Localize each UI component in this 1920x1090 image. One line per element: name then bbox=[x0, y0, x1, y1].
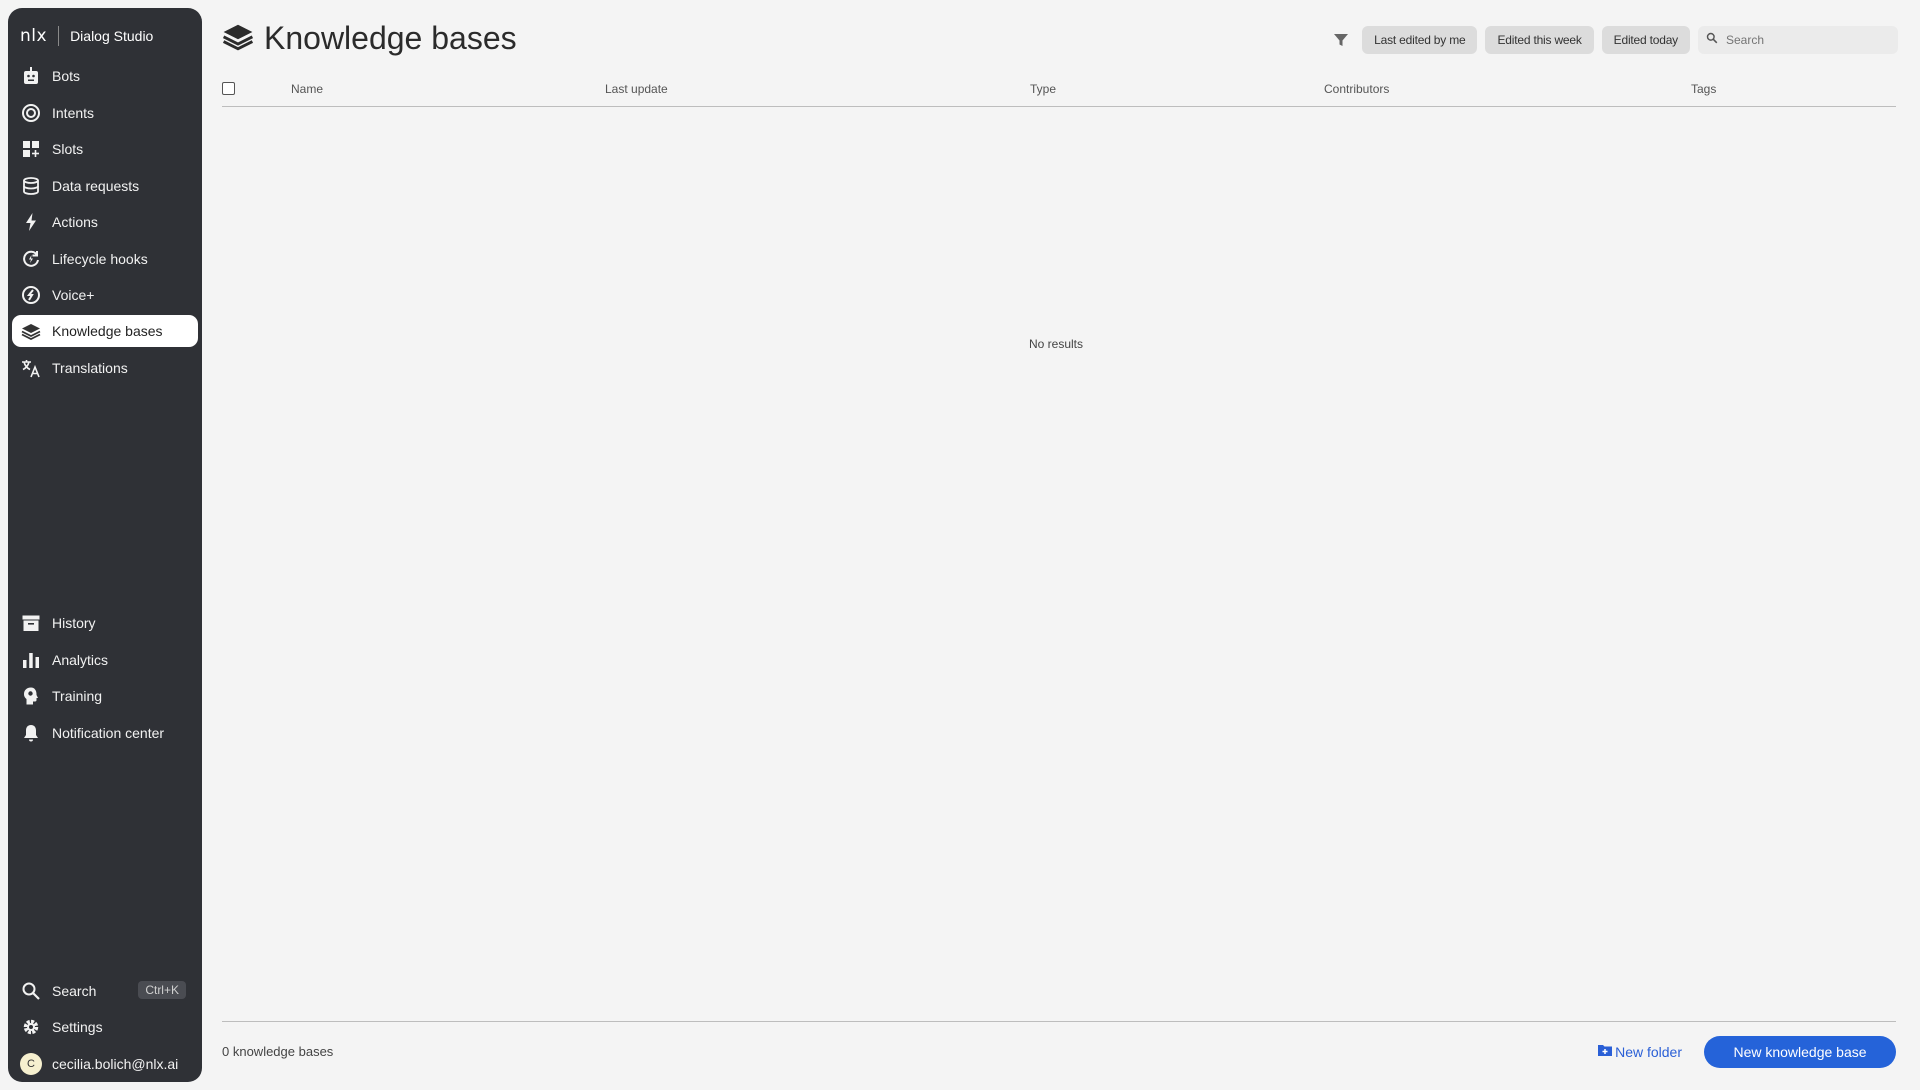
sidebar-item-label: Bots bbox=[52, 68, 81, 84]
filter-chip-edited-this-week[interactable]: Edited this week bbox=[1485, 26, 1594, 54]
sidebar-item-actions[interactable]: Actions bbox=[12, 206, 198, 238]
layers-icon bbox=[222, 20, 254, 57]
sidebar-item-label: Intents bbox=[52, 105, 95, 121]
sidebar-item-training[interactable]: Training bbox=[12, 680, 198, 712]
sidebar-item-voice-plus[interactable]: Voice+ bbox=[12, 279, 198, 311]
table-header: Name Last update Type Contributors Tags bbox=[222, 76, 1896, 107]
brand-divider bbox=[58, 26, 60, 46]
sidebar-item-label: Settings bbox=[52, 1019, 103, 1035]
sidebar-item-lifecycle-hooks[interactable]: Lifecycle hooks bbox=[12, 243, 198, 275]
sidebar-item-search[interactable]: Search Ctrl+K bbox=[12, 975, 198, 1007]
archive-icon bbox=[20, 612, 42, 634]
new-folder-label: New folder bbox=[1615, 1043, 1682, 1060]
new-folder-button[interactable]: New folder bbox=[1597, 1042, 1682, 1061]
sidebar-item-data-requests[interactable]: Data requests bbox=[12, 170, 198, 202]
sidebar-item-label: Training bbox=[52, 688, 103, 704]
search-shortcut-badge: Ctrl+K bbox=[138, 981, 186, 999]
search-icon bbox=[20, 980, 42, 1002]
grid-plus-icon bbox=[20, 138, 42, 160]
bot-icon bbox=[20, 65, 42, 87]
sidebar-item-label: Analytics bbox=[52, 652, 109, 668]
nlx-logo: nlx bbox=[20, 26, 48, 46]
database-icon bbox=[20, 175, 42, 197]
select-all-checkbox[interactable] bbox=[222, 82, 235, 95]
app-name: Dialog Studio bbox=[70, 28, 154, 44]
sidebar-item-user[interactable]: C cecilia.bolich@nlx.ai bbox=[12, 1048, 198, 1080]
sidebar-item-analytics[interactable]: Analytics bbox=[12, 644, 198, 676]
brand[interactable]: nlx Dialog Studio bbox=[20, 22, 153, 50]
new-knowledge-base-button[interactable]: New knowledge base bbox=[1704, 1036, 1896, 1068]
sidebar: nlx Dialog Studio Bots Intents Slots Dat… bbox=[8, 8, 202, 1082]
sidebar-item-bots[interactable]: Bots bbox=[12, 60, 198, 92]
empty-state: No results bbox=[0, 337, 1920, 351]
sidebar-item-label: Notification center bbox=[52, 725, 165, 741]
cycle-bolt-icon bbox=[20, 248, 42, 270]
brain-icon bbox=[20, 685, 42, 707]
search-input[interactable] bbox=[1724, 32, 1888, 48]
bell-icon bbox=[20, 722, 42, 744]
empty-state-text: No results bbox=[1028, 337, 1084, 351]
sidebar-item-slots[interactable]: Slots bbox=[12, 133, 198, 165]
filter-bar: Last edited by me Edited this week Edite… bbox=[1332, 26, 1898, 54]
gear-icon bbox=[20, 1016, 42, 1038]
filter-chip-edited-today[interactable]: Edited today bbox=[1601, 26, 1690, 54]
sidebar-item-label: Search bbox=[52, 983, 97, 999]
column-header-tags[interactable]: Tags bbox=[1691, 82, 1716, 96]
sidebar-item-intents[interactable]: Intents bbox=[12, 97, 198, 129]
sidebar-item-label: Translations bbox=[52, 360, 128, 376]
footer-divider bbox=[222, 1021, 1896, 1022]
sidebar-item-label: Slots bbox=[52, 141, 84, 157]
avatar: C bbox=[20, 1053, 42, 1075]
column-header-type[interactable]: Type bbox=[1030, 82, 1056, 96]
user-email: cecilia.bolich@nlx.ai bbox=[52, 1056, 179, 1072]
page-title: Knowledge bases bbox=[264, 19, 517, 56]
column-header-last-update[interactable]: Last update bbox=[605, 82, 668, 96]
page-header: Knowledge bases bbox=[222, 16, 517, 60]
column-header-name[interactable]: Name bbox=[291, 82, 323, 96]
sidebar-item-label: Actions bbox=[52, 214, 98, 230]
sidebar-item-label: Data requests bbox=[52, 178, 140, 194]
sidebar-item-translations[interactable]: Translations bbox=[12, 352, 198, 384]
bolt-icon bbox=[20, 211, 42, 233]
sidebar-item-label: Voice+ bbox=[52, 287, 95, 303]
folder-plus-icon bbox=[1597, 1042, 1615, 1061]
search-field[interactable] bbox=[1698, 26, 1898, 54]
translate-icon bbox=[20, 357, 42, 379]
sidebar-item-settings[interactable]: Settings bbox=[12, 1011, 198, 1043]
item-count: 0 knowledge bases bbox=[222, 1044, 334, 1059]
search-icon bbox=[1706, 31, 1718, 49]
voice-plus-icon bbox=[20, 284, 42, 306]
sidebar-item-notification-center[interactable]: Notification center bbox=[12, 717, 198, 749]
target-icon bbox=[20, 102, 42, 124]
bar-chart-icon bbox=[20, 649, 42, 671]
filter-chip-last-edited-by-me[interactable]: Last edited by me bbox=[1362, 26, 1478, 54]
filter-icon[interactable] bbox=[1332, 31, 1350, 49]
sidebar-item-label: History bbox=[52, 615, 96, 631]
column-header-contributors[interactable]: Contributors bbox=[1324, 82, 1389, 96]
sidebar-item-history[interactable]: History bbox=[12, 607, 198, 639]
sidebar-item-label: Lifecycle hooks bbox=[52, 251, 148, 267]
